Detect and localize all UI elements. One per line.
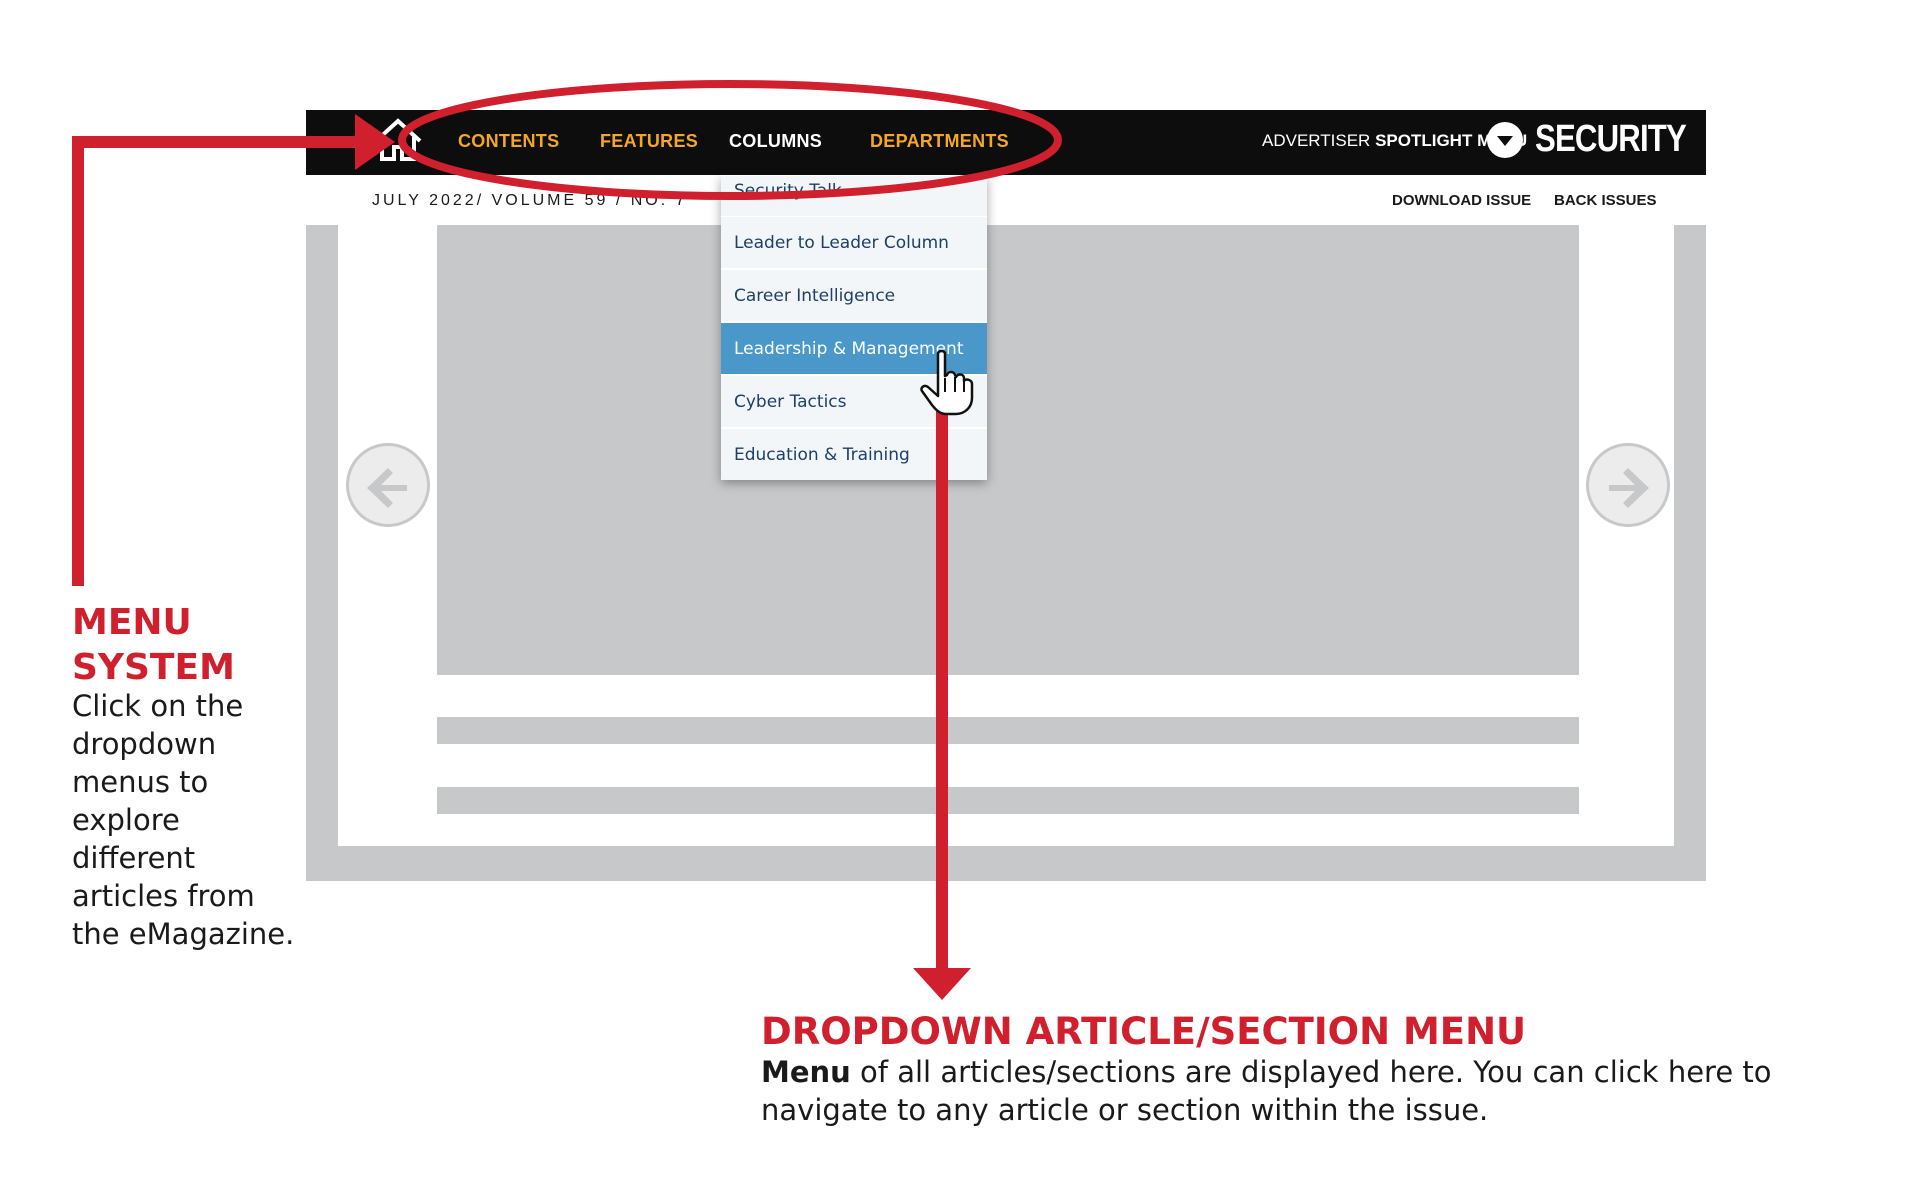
brand-logo: SECURITY — [1535, 118, 1687, 160]
dropdown-item[interactable]: Career Intelligence — [721, 269, 987, 321]
dropdown-pointer-line — [936, 408, 948, 974]
dropdown-item[interactable]: Leader to Leader Column — [721, 216, 987, 268]
arrow-down-pointer-icon — [913, 968, 971, 1000]
highlight-ellipse — [398, 80, 1062, 200]
dropdown-menu-description: Menu of all articles/sections are displa… — [761, 1053, 1781, 1129]
description-text: of all articles/sections are displayed h… — [761, 1055, 1772, 1127]
menu-pointer-line — [72, 136, 84, 586]
advertiser-label: ADVERTISER — [1262, 131, 1371, 150]
dropdown-menu-heading: DROPDOWN ARTICLE/SECTION MENU — [761, 1010, 1527, 1053]
menu-system-heading-line: SYSTEM — [72, 647, 235, 688]
hand-cursor-icon — [920, 350, 974, 416]
menu-pointer-line — [72, 136, 362, 148]
back-issues-link[interactable]: BACK ISSUES — [1554, 192, 1657, 209]
menu-system-description: Click on the dropdown menus to explore d… — [72, 689, 295, 951]
menu-system-heading: MENU SYSTEM — [72, 600, 235, 690]
arrow-right-pointer-icon — [355, 114, 395, 170]
description-bold-word: Menu — [761, 1055, 851, 1089]
text-line-placeholder — [437, 787, 1579, 814]
chevron-down-icon — [1497, 136, 1513, 146]
menu-system-heading-line: MENU — [72, 602, 192, 643]
page-image-placeholder — [437, 225, 1579, 675]
download-issue-link[interactable]: DOWNLOAD ISSUE — [1392, 192, 1531, 209]
previous-page-button[interactable] — [346, 443, 430, 527]
text-line-placeholder — [437, 717, 1579, 744]
advertiser-menu-toggle[interactable] — [1487, 122, 1523, 158]
arrow-right-icon — [1609, 468, 1649, 508]
arrow-left-icon — [367, 468, 407, 508]
next-page-button[interactable] — [1586, 443, 1670, 527]
